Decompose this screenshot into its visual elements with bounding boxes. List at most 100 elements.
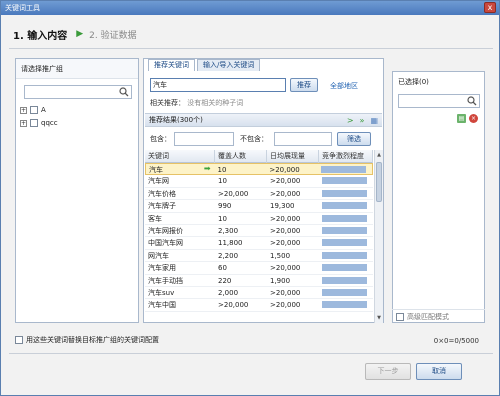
results-table: 关键词 覆盖人数 日均展现量 竞争激烈程度 汽车 ➡ 10 >20,000 汽车网 10 >… [145,150,373,323]
expand-icon[interactable]: + [20,106,27,114]
competition-bar [322,214,367,222]
table-row[interactable]: 汽车手动挡 220 1,900 [145,275,373,287]
keyword-cell: 汽车中国 [148,301,176,310]
coverage-cell: 220 [218,276,232,285]
expand-icon[interactable]: + [20,119,27,127]
replace-option[interactable]: 用这些关键词替换目标推广组的关键词配置 [15,335,159,345]
keyword-input[interactable]: 汽车 [150,78,286,92]
recommend-button[interactable]: 推荐 [290,78,318,92]
tree-checkbox[interactable] [30,119,38,127]
tab-import[interactable]: 输入/导入关键词 [197,59,261,71]
competition-cell [319,225,373,237]
col-competition[interactable]: 竞争激烈程度 [319,150,373,163]
impressions-cell: >20,000 [270,189,301,198]
filter-button[interactable]: 筛选 [337,132,371,146]
competition-cell [319,287,373,299]
selected-count-label: 已选择(0) [398,78,429,86]
scroll-up-icon[interactable]: ▲ [376,151,382,159]
competition-bar [322,301,367,309]
fuzzy-match-option[interactable]: 高级匹配模式 [392,309,485,323]
impressions-cell: >20,000 [270,301,301,310]
competition-cell [319,237,373,249]
keyword-cell: 中国汽车网 [148,239,183,248]
competition-bar [322,189,367,197]
delete-icon[interactable]: × [469,114,478,123]
impressions-cell: >20,000 [270,264,301,273]
export-icon[interactable]: ▤ [457,114,466,123]
step-indicator: 1. 输入内容 ▶ 2. 验证数据 [13,25,137,43]
table-row[interactable]: 汽车suv 2,000 >20,000 [145,287,373,300]
search-icon[interactable] [467,96,477,106]
table-row[interactable]: 汽车网报价 2,300 >20,000 [145,225,373,238]
col-coverage[interactable]: 覆盖人数 [215,150,267,163]
exclude-input[interactable] [274,132,332,146]
col-impressions[interactable]: 日均展现量 [267,150,319,163]
keyword-cell: 客车 [148,214,162,223]
replace-checkbox[interactable] [15,336,23,344]
impressions-cell: 1,500 [270,251,291,260]
keyword-cell: 汽车手动挡 [148,276,183,285]
related-value: 没有相关的种子词 [187,99,244,107]
next-button[interactable]: 下一步 [365,363,411,380]
table-row[interactable]: 汽车 ➡ 10 >20,000 [145,163,373,176]
competition-cell [319,275,373,287]
coverage-cell: 60 [218,264,227,273]
competition-cell [319,299,373,311]
impressions-cell: >20,000 [270,239,301,248]
tree-checkbox[interactable] [30,106,38,114]
selected-search-input[interactable] [398,94,480,108]
competition-bar [322,276,367,284]
results-header: 推荐结果(300个) > » ▦ [145,113,382,127]
add-arrow-icon[interactable]: ➡ [204,164,211,174]
keyword-cell: 汽车家用 [148,264,176,273]
table-row[interactable]: 汽车中国 >20,000 >20,000 [145,299,373,312]
fuzzy-match-checkbox[interactable] [396,312,404,321]
table-row[interactable]: 汽车牌子 990 19,300 [145,200,373,213]
competition-bar [322,288,367,296]
coverage-cell: >20,000 [218,189,249,198]
col-keyword[interactable]: 关键词 [145,150,215,163]
keyword-cell: 汽车suv [148,288,175,297]
window-title: 关键词工具 [5,4,40,12]
tree-item[interactable]: + qqcc [20,118,58,128]
cancel-button[interactable]: 取消 [416,363,462,380]
coverage-cell: 10 [217,166,227,174]
coverage-cell: >20,000 [218,301,249,310]
tab-recommended[interactable]: 推荐关键词 [148,59,195,71]
competition-bar [322,239,367,247]
impressions-cell: 1,900 [270,276,291,285]
keyword-cell: 汽车网报价 [148,226,183,235]
table-row[interactable]: 汽车家用 60 >20,000 [145,262,373,275]
coverage-cell: 10 [218,177,227,186]
table-row[interactable]: 客车 10 >20,000 [145,213,373,225]
table-row[interactable]: 中国汽车网 11,800 >20,000 [145,237,373,250]
include-label: 包含： [150,135,171,143]
competition-bar [321,166,367,173]
tree-item-label: A [41,106,46,114]
ad-group-search-input[interactable] [24,85,132,99]
close-button[interactable]: x [484,2,496,13]
impressions-cell: >20,000 [270,288,301,297]
table-scrollbar[interactable]: ▲ ▼ [374,150,383,323]
table-row[interactable]: 汽车价格 >20,000 >20,000 [145,188,373,201]
keyword-cell: 网汽车 [148,251,169,260]
scroll-down-icon[interactable]: ▼ [376,314,382,322]
results-actions: > » ▦ [347,115,378,127]
competition-bar [322,251,367,259]
keyword-cell: 汽车牌子 [148,202,176,211]
selected-panel: 已选择(0) ▤ × [392,71,485,323]
coverage-cell: 2,200 [218,251,239,260]
scroll-thumb[interactable] [376,162,382,202]
table-row[interactable]: 汽车网 10 >20,000 [145,175,373,188]
search-icon[interactable] [119,87,129,97]
add-all-icon[interactable]: » [360,115,365,127]
all-regions-link[interactable]: 全部地区 [330,81,358,91]
competition-bar [322,202,367,210]
include-input[interactable] [174,132,234,146]
add-icon[interactable]: > [347,115,354,127]
impressions-cell: >20,000 [269,166,300,174]
tree-item[interactable]: + A [20,105,46,115]
export-icon[interactable]: ▦ [370,115,378,127]
table-row[interactable]: 网汽车 2,200 1,500 [145,250,373,263]
step-2-label: 2. 验证数据 [89,30,137,41]
